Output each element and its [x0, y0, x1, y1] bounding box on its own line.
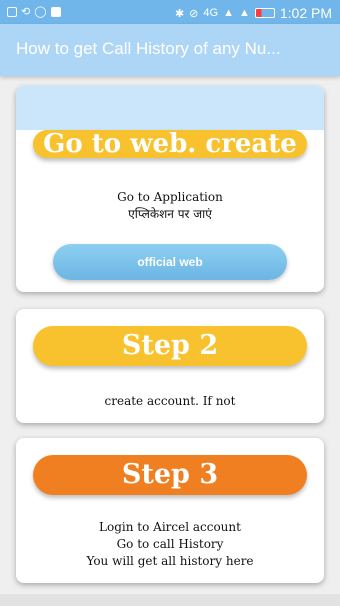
signal-icon-2: ▲	[238, 7, 250, 19]
step-card-1: Go to web. create Go to Application एप्ल…	[16, 86, 324, 292]
step-2-text: create account. If not	[16, 393, 324, 410]
step-1-line-1: Go to Application	[117, 190, 223, 204]
step-3-heading: Step 3	[33, 455, 307, 495]
step-card-3: Step 3 Login to Aircel account Go to cal…	[16, 438, 324, 583]
step-2-heading: Step 2	[33, 326, 307, 366]
step-1-heading: Go to web. create	[33, 130, 307, 158]
sync-icon: ⟲	[21, 6, 31, 18]
step-card-2: Step 2 create account. If not	[16, 309, 324, 423]
network-label: 4G	[203, 7, 219, 19]
step-1-text: Go to Application एप्लिकेशन पर जाएं	[16, 189, 324, 223]
whatsapp-icon: ◯	[34, 6, 47, 18]
official-web-button[interactable]: official web	[53, 244, 287, 280]
app-title: How to get Call History of any Nu...	[16, 39, 281, 58]
bluetooth-icon: ✱	[174, 7, 185, 20]
signal-icon: ▲	[223, 7, 234, 19]
app-bar: How to get Call History of any Nu...	[0, 24, 340, 76]
step-1-line-2: एप्लिकेशन पर जाएं	[128, 207, 212, 221]
mute-icon: ⊘	[189, 7, 199, 20]
step-3-line-3: You will get all history here	[86, 554, 254, 568]
notification-icons: ⟲ ◯	[7, 6, 61, 18]
step-3-line-1: Login to Aircel account	[99, 520, 241, 534]
status-time: 1:02 PM	[279, 5, 332, 21]
step-3-line-2: Go to call History	[116, 537, 224, 551]
bottom-shade	[0, 594, 340, 606]
card-banner	[16, 86, 324, 130]
step-3-text: Login to Aircel account Go to call Histo…	[16, 519, 324, 570]
step-2-line-1: create account. If not	[104, 394, 236, 408]
status-bar: ⟲ ◯ ✱ ⊘ 4G ▲ ▲ 1:02 PM	[0, 0, 340, 24]
notification-icon	[7, 7, 17, 17]
facebook-icon	[50, 7, 61, 17]
battery-icon	[254, 8, 275, 18]
system-icons: ✱ ⊘ 4G ▲ ▲ 1:02 PM	[175, 5, 332, 21]
